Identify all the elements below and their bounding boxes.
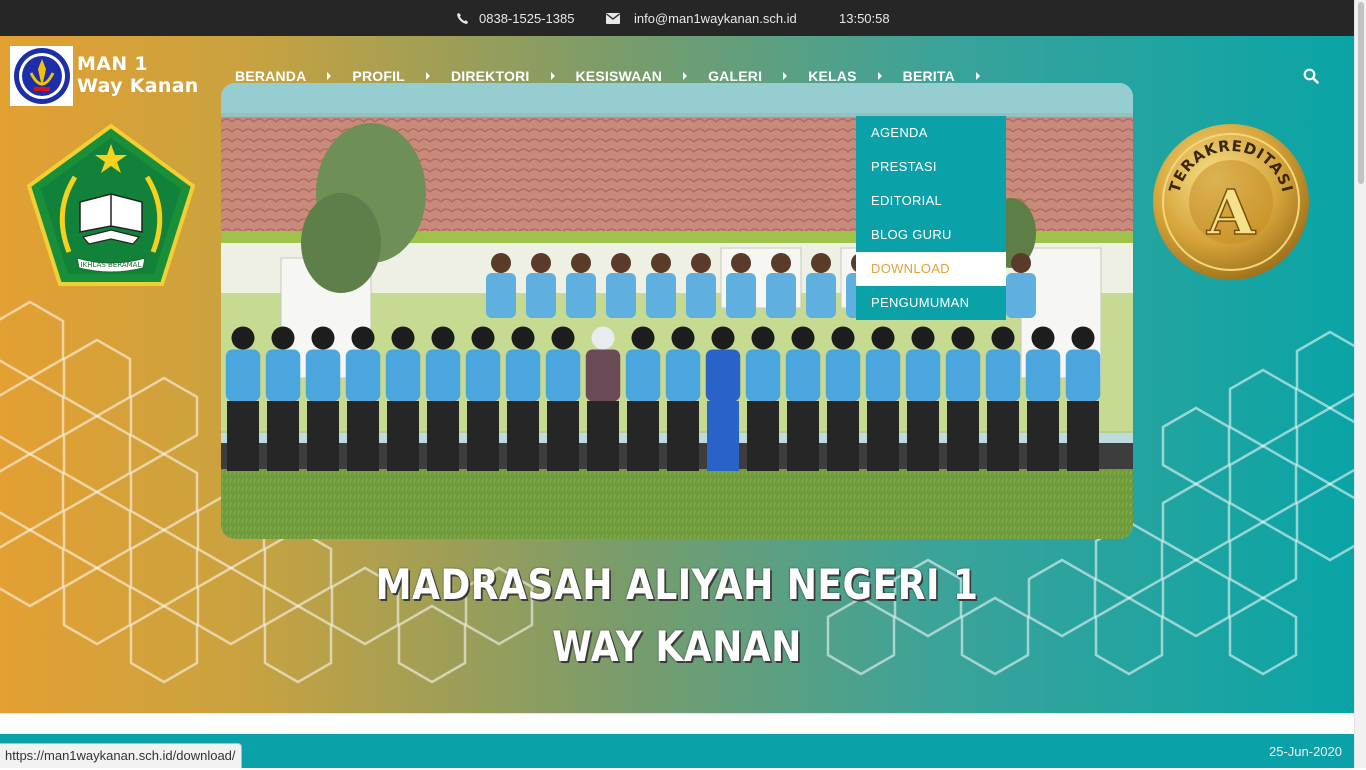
kemenag-emblem-icon: IKHLAS BERAMAL	[26, 123, 196, 286]
caret-right-icon	[877, 72, 882, 80]
content-divider	[0, 713, 1354, 734]
caret-right-icon	[327, 72, 332, 80]
nav-label: KESISWAAN	[575, 68, 663, 84]
nav-item-berita[interactable]: BERITA	[903, 68, 980, 84]
email-address: info@man1waykanan.sch.id	[634, 10, 797, 26]
phone-contact[interactable]: 0838-1525-1385	[454, 0, 574, 36]
nav-label: KELAS	[808, 68, 857, 84]
school-logo-icon	[13, 48, 70, 104]
hero-title-line2: WAY KANAN	[552, 622, 802, 671]
nav-label: DIREKTORI	[450, 68, 530, 84]
nav-label: BERITA	[902, 68, 955, 84]
phone-icon	[454, 10, 470, 26]
nav-label: PROFIL	[352, 68, 405, 84]
page-scrollbar[interactable]	[1354, 0, 1366, 768]
search-icon	[1303, 68, 1319, 84]
caret-right-icon	[975, 72, 980, 80]
dropdown-item-editorial[interactable]: EDITORIAL	[856, 184, 1006, 218]
emblem-motto: IKHLAS BERAMAL	[81, 261, 142, 269]
dropdown-item-agenda[interactable]: AGENDA	[856, 116, 1006, 150]
nav-item-profil[interactable]: PROFIL	[352, 68, 430, 84]
ministry-emblem: IKHLAS BERAMAL	[25, 122, 197, 292]
site-logo[interactable]	[10, 46, 73, 106]
brand-line2: Way Kanan	[77, 75, 199, 97]
top-contact-bar: 0838-1525-1385 info@man1waykanan.sch.id …	[0, 0, 1354, 36]
hero-title-line1: MADRASAH ALIYAH NEGERI 1	[375, 560, 979, 609]
nav-item-kesiswaan[interactable]: KESISWAAN	[576, 68, 688, 84]
clock: 13:50:58	[839, 0, 890, 36]
envelope-icon	[605, 10, 621, 26]
search-button[interactable]	[1303, 68, 1321, 86]
browser-status-url: https://man1waykanan.sch.id/download/	[0, 743, 242, 768]
caret-right-icon	[425, 72, 430, 80]
nav-label: GALERI	[708, 68, 763, 84]
current-date: 25-Jun-2020	[1269, 744, 1342, 759]
accreditation-badge: TERAKREDITASI A	[1150, 122, 1312, 282]
badge-grade: A	[1206, 176, 1256, 249]
dropdown-item-pengumuman[interactable]: PENGUMUMAN	[856, 286, 1006, 320]
dropdown-item-blog-guru[interactable]: BLOG GURU	[856, 218, 1006, 252]
site-brand[interactable]: MAN 1 Way Kanan	[77, 53, 199, 97]
email-contact[interactable]: info@man1waykanan.sch.id	[605, 0, 797, 36]
nav-item-beranda[interactable]: BERANDA	[235, 68, 332, 84]
phone-number: 0838-1525-1385	[479, 10, 575, 26]
nav-item-galeri[interactable]: GALERI	[708, 68, 788, 84]
dropdown-item-prestasi[interactable]: PRESTASI	[856, 150, 1006, 184]
nav-label: BERANDA	[235, 68, 307, 84]
nav-item-direktori[interactable]: DIREKTORI	[451, 68, 555, 84]
caret-right-icon	[683, 72, 688, 80]
main-navbar: MAN 1 Way Kanan BERANDA PROFIL DIREKTORI…	[0, 36, 1354, 116]
caret-right-icon	[783, 72, 788, 80]
dropdown-item-download[interactable]: DOWNLOAD	[856, 252, 1006, 286]
brand-line1: MAN 1	[77, 53, 148, 75]
caret-right-icon	[550, 72, 555, 80]
clock-time: 13:50:58	[839, 10, 890, 26]
accreditation-badge-icon: TERAKREDITASI A	[1153, 124, 1309, 280]
main-menu: BERANDA PROFIL DIREKTORI KESISWAAN GALER…	[235, 36, 1001, 116]
scrollbar-thumb[interactable]	[1358, 2, 1364, 184]
nav-item-kelas[interactable]: KELAS	[808, 68, 882, 84]
berita-dropdown: AGENDA PRESTASI EDITORIAL BLOG GURU DOWN…	[856, 116, 1006, 320]
